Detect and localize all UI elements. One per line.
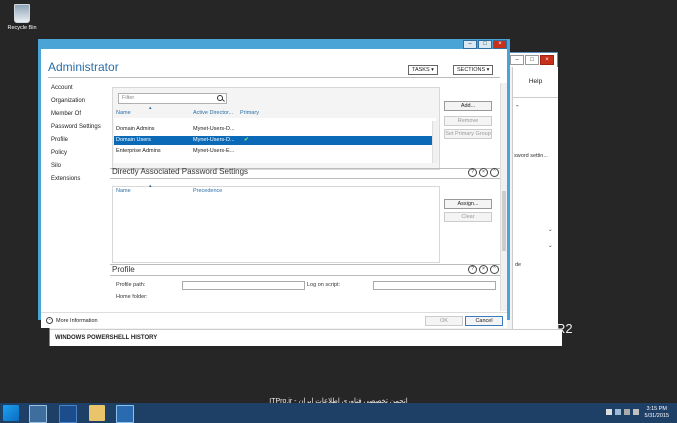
flag-icon[interactable] (606, 409, 612, 415)
more-information-toggle[interactable]: ⌃ More Information (46, 317, 98, 324)
file-explorer-icon[interactable] (89, 405, 105, 421)
sections-nav: Account Organization Member Of Password … (51, 82, 101, 186)
help-icon[interactable]: ? (468, 168, 477, 177)
set-primary-group-button[interactable]: Set Primary Group (444, 129, 492, 139)
minimize-icon[interactable]: – (463, 40, 477, 49)
sort-arrow-icon: ▴ (149, 183, 152, 189)
taskbar: 3:15 PM 5/31/2015 (0, 403, 677, 423)
remove-button[interactable]: Remove (444, 116, 492, 126)
powershell-icon[interactable] (59, 405, 77, 423)
nav-organization[interactable]: Organization (51, 95, 101, 108)
collapse-icon[interactable]: ⌃ (515, 105, 520, 111)
maximize-icon[interactable]: □ (478, 40, 492, 49)
column-name[interactable]: Name (116, 110, 131, 116)
assign-button[interactable]: Assign... (444, 199, 492, 209)
nav-password-settings[interactable]: Password Settings (51, 121, 101, 134)
nav-policy[interactable]: Policy (51, 147, 101, 160)
dialog-footer: ⌃ More Information OK Cancel (41, 312, 507, 328)
ok-button[interactable]: OK (425, 316, 463, 326)
sections-button[interactable]: SECTIONS ▾ (453, 65, 494, 75)
column-name[interactable]: Name (116, 188, 131, 194)
chevron-up-icon: ⌃ (46, 317, 53, 324)
pane-text: sword settin... (514, 153, 548, 159)
member-of-scrollbar[interactable] (432, 121, 438, 163)
speaker-icon[interactable] (624, 409, 630, 415)
powershell-history-header[interactable]: WINDOWS POWERSHELL HISTORY (50, 329, 562, 346)
filter-input[interactable]: Filter (118, 93, 227, 104)
column-primary[interactable]: Primary (240, 110, 259, 116)
home-folder-label: Home folder: (116, 294, 148, 300)
add-button[interactable]: Add... (444, 101, 492, 111)
password-settings-title: Directly Associated Password Settings (112, 167, 249, 176)
tasks-button[interactable]: TASKS ▾ (408, 65, 438, 75)
ad-admin-center-icon[interactable] (116, 405, 134, 423)
dialog-title: Administrator (48, 60, 119, 74)
recycle-bin-label: Recycle Bin (7, 25, 37, 31)
table-row-selected[interactable]: Domain Users Mynet-Users-D... ✔ (114, 136, 436, 145)
table-row[interactable]: Enterprise Admins Mynet-Users-E... (114, 147, 436, 156)
collapse-icon[interactable]: ⌃ (490, 265, 499, 274)
recycle-bin-icon (14, 4, 30, 23)
logon-script-label: Log on script: (307, 282, 341, 288)
profile-section-title: Profile (112, 265, 135, 274)
user-properties-dialog: – □ × Administrator TASKS ▾ SECTIONS ▾ A… (38, 39, 510, 328)
minimize-icon[interactable]: – (510, 55, 524, 65)
clock[interactable]: 3:15 PM 5/31/2015 (645, 406, 669, 420)
profile-path-label: Profile path: (116, 282, 146, 288)
nav-extensions[interactable]: Extensions (51, 173, 101, 186)
expand-icon[interactable]: ⌄ (548, 227, 553, 233)
password-settings-table (112, 186, 440, 263)
table-row[interactable]: Domain Admins Mynet-Users-D... (114, 125, 436, 134)
server-manager-icon[interactable] (29, 405, 47, 423)
search-icon[interactable] (217, 95, 223, 101)
collapse-icon[interactable]: ⌃ (490, 168, 499, 177)
clear-button[interactable]: Clear (444, 212, 492, 222)
network-icon[interactable] (615, 409, 621, 415)
nav-profile[interactable]: Profile (51, 134, 101, 147)
nav-member-of[interactable]: Member Of (51, 108, 101, 121)
start-windows-icon[interactable] (3, 405, 19, 421)
close-icon[interactable]: × (479, 168, 488, 177)
logon-script-input[interactable] (373, 281, 496, 290)
system-tray (606, 409, 639, 415)
keyboard-icon[interactable] (633, 409, 639, 415)
close-icon[interactable]: × (493, 40, 507, 49)
tasks-pane: Help ⌃ sword settin... ⌄ ⌄ de (512, 67, 558, 331)
expand-icon[interactable]: ⌄ (548, 243, 553, 249)
cancel-button[interactable]: Cancel (465, 316, 503, 326)
help-menu[interactable]: Help (513, 67, 558, 98)
maximize-icon[interactable]: □ (525, 55, 539, 65)
column-precedence[interactable]: Precedence (193, 188, 222, 194)
help-icon[interactable]: ? (468, 265, 477, 274)
close-icon[interactable]: × (540, 55, 554, 65)
profile-path-input[interactable] (182, 281, 305, 290)
pane-text: de (515, 262, 522, 268)
nav-silo[interactable]: Silo (51, 160, 101, 173)
nav-account[interactable]: Account (51, 82, 101, 95)
column-ad-path[interactable]: Active Director... (193, 110, 233, 116)
close-icon[interactable]: × (479, 265, 488, 274)
dialog-scrollbar[interactable] (500, 83, 507, 311)
sort-arrow-icon: ▴ (149, 105, 152, 111)
primary-check-icon: ✔ (244, 137, 249, 143)
recycle-bin-shortcut[interactable]: Recycle Bin (4, 4, 40, 31)
dialog-body: Administrator TASKS ▾ SECTIONS ▾ Account… (41, 49, 507, 328)
